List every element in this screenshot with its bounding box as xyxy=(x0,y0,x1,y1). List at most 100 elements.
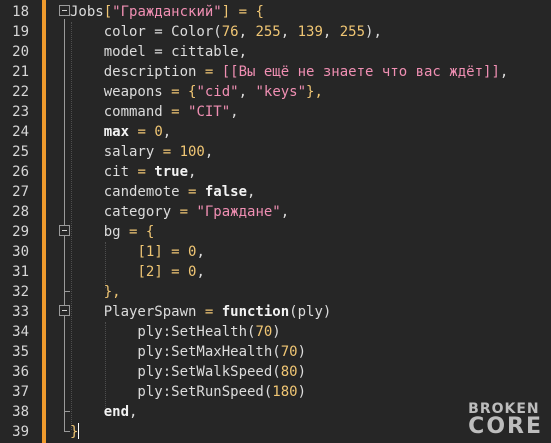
code-token: , xyxy=(247,184,256,200)
line-number: 34 xyxy=(12,324,29,340)
code-line[interactable]: max = 0, xyxy=(70,122,171,142)
code-token: PlayerSpawn xyxy=(70,304,205,320)
code-token: "CIT" xyxy=(188,104,231,120)
line-number: 29 xyxy=(12,224,29,240)
code-line[interactable]: command = "CIT", xyxy=(70,102,239,122)
code-token: 0 xyxy=(154,124,163,140)
code-token: = xyxy=(162,144,180,160)
code-token: , xyxy=(238,24,256,40)
code-token: 70 xyxy=(255,324,273,340)
line-number: 39 xyxy=(12,424,29,440)
code-token: [ xyxy=(137,264,146,280)
brokencore-watermark-logo: BROKEN CORE xyxy=(468,402,543,439)
fold-toggle-function-icon[interactable] xyxy=(59,305,70,316)
code-token: category xyxy=(70,204,180,220)
code-line[interactable]: ply:SetHealth(70) xyxy=(70,322,280,342)
code-token: bg xyxy=(70,224,130,240)
code-token: }, xyxy=(306,84,323,100)
code-line[interactable]: ply:SetMaxHealth(70) xyxy=(70,342,306,362)
code-token: "cid" xyxy=(196,84,239,100)
code-line[interactable]: [1] = 0, xyxy=(70,242,204,262)
code-token: , xyxy=(196,264,205,280)
code-token: 76 xyxy=(221,24,239,40)
fold-toggle-bg-icon[interactable] xyxy=(59,225,70,236)
code-token: weapons xyxy=(70,84,172,100)
code-line[interactable]: weapons = {"cid", "keys"}, xyxy=(70,82,323,102)
code-token: }, xyxy=(103,284,121,300)
code-token: , xyxy=(322,24,340,40)
code-line[interactable]: ply:SetRunSpeed(180) xyxy=(70,382,306,402)
code-token: = xyxy=(204,304,222,320)
code-line[interactable]: } xyxy=(70,422,80,442)
line-number: 25 xyxy=(12,144,29,160)
code-line[interactable]: Jobs["Гражданский"] = { xyxy=(70,2,264,22)
code-token: ply:SetWalkSpeed( xyxy=(70,364,281,380)
line-number: 32 xyxy=(12,284,29,300)
code-line[interactable]: candemote = false, xyxy=(70,182,256,202)
code-line[interactable]: }, xyxy=(70,282,121,302)
code-token: , xyxy=(204,144,214,160)
line-number: 19 xyxy=(12,24,29,40)
code-line[interactable]: model = cittable, xyxy=(70,42,247,62)
fold-toggle-jobs-icon[interactable] xyxy=(59,5,70,16)
code-line[interactable]: category = "Граждане", xyxy=(70,202,289,222)
code-token: 139 xyxy=(297,24,323,40)
code-token: , xyxy=(162,124,172,140)
code-token: , xyxy=(238,84,256,100)
code-token: = xyxy=(179,204,197,220)
code-token: = { xyxy=(129,224,155,240)
code-line[interactable]: end, xyxy=(70,402,138,422)
code-token: 255 xyxy=(255,24,281,40)
code-token: "Граждане" xyxy=(196,204,281,220)
code-token: = xyxy=(129,124,155,140)
code-line[interactable]: cit = true, xyxy=(70,162,197,182)
code-line[interactable]: PlayerSpawn = function(ply) xyxy=(70,302,332,322)
code-token: ) xyxy=(297,344,307,360)
code-token: , xyxy=(188,164,197,180)
code-token: ] = xyxy=(154,264,189,280)
code-token: max xyxy=(103,124,130,140)
code-token: command xyxy=(70,104,172,120)
code-line[interactable]: bg = { xyxy=(70,222,155,242)
line-number: 21 xyxy=(12,64,29,80)
code-token: color = Color( xyxy=(70,24,222,40)
code-line[interactable]: color = Color(76, 255, 139, 255), xyxy=(70,22,382,42)
line-number: 22 xyxy=(12,84,29,100)
watermark-line2: CORE xyxy=(468,414,543,439)
code-token: salary xyxy=(70,144,163,160)
code-line[interactable]: ply:SetWalkSpeed(80) xyxy=(70,362,306,382)
line-number: 31 xyxy=(12,264,29,280)
code-token: false xyxy=(204,184,248,200)
code-token: , xyxy=(280,24,298,40)
code-token: 255 xyxy=(339,24,366,40)
code-token: [[Вы ещё не знаете что вас ждёт]] xyxy=(221,64,500,80)
code-token: = xyxy=(204,64,222,80)
fold-guide-bg xyxy=(64,239,65,291)
line-number: 37 xyxy=(12,384,29,400)
line-number: 20 xyxy=(12,44,29,60)
code-token: , xyxy=(129,404,138,420)
code-token: ply:SetHealth( xyxy=(70,324,256,340)
code-token: model = cittable, xyxy=(70,44,248,60)
line-number: 18 xyxy=(12,4,29,20)
code-token: = xyxy=(188,184,205,200)
code-token: ), xyxy=(365,24,382,40)
code-token: , xyxy=(230,104,239,120)
code-token: Jobs xyxy=(70,4,104,20)
code-token: 70 xyxy=(280,344,298,360)
code-token: , xyxy=(280,204,290,220)
code-line[interactable]: salary = 100, xyxy=(70,142,214,162)
code-editor[interactable]: 18 19 20 21 22 23 24 25 26 27 28 29 30 31 32 33 34 35 36 37… xyxy=(0,0,551,443)
code-line[interactable]: [2] = 0, xyxy=(70,262,205,282)
code-token: ply:SetRunSpeed( xyxy=(70,384,273,400)
code-line[interactable]: description = [[Вы ещё не знаете что вас… xyxy=(70,62,509,82)
code-token: ) xyxy=(297,364,307,380)
code-token: } xyxy=(70,424,79,440)
code-token: 80 xyxy=(280,364,298,380)
code-token: cit xyxy=(70,164,138,180)
code-token: 100 xyxy=(179,144,205,160)
code-token: (ply) xyxy=(289,304,332,320)
